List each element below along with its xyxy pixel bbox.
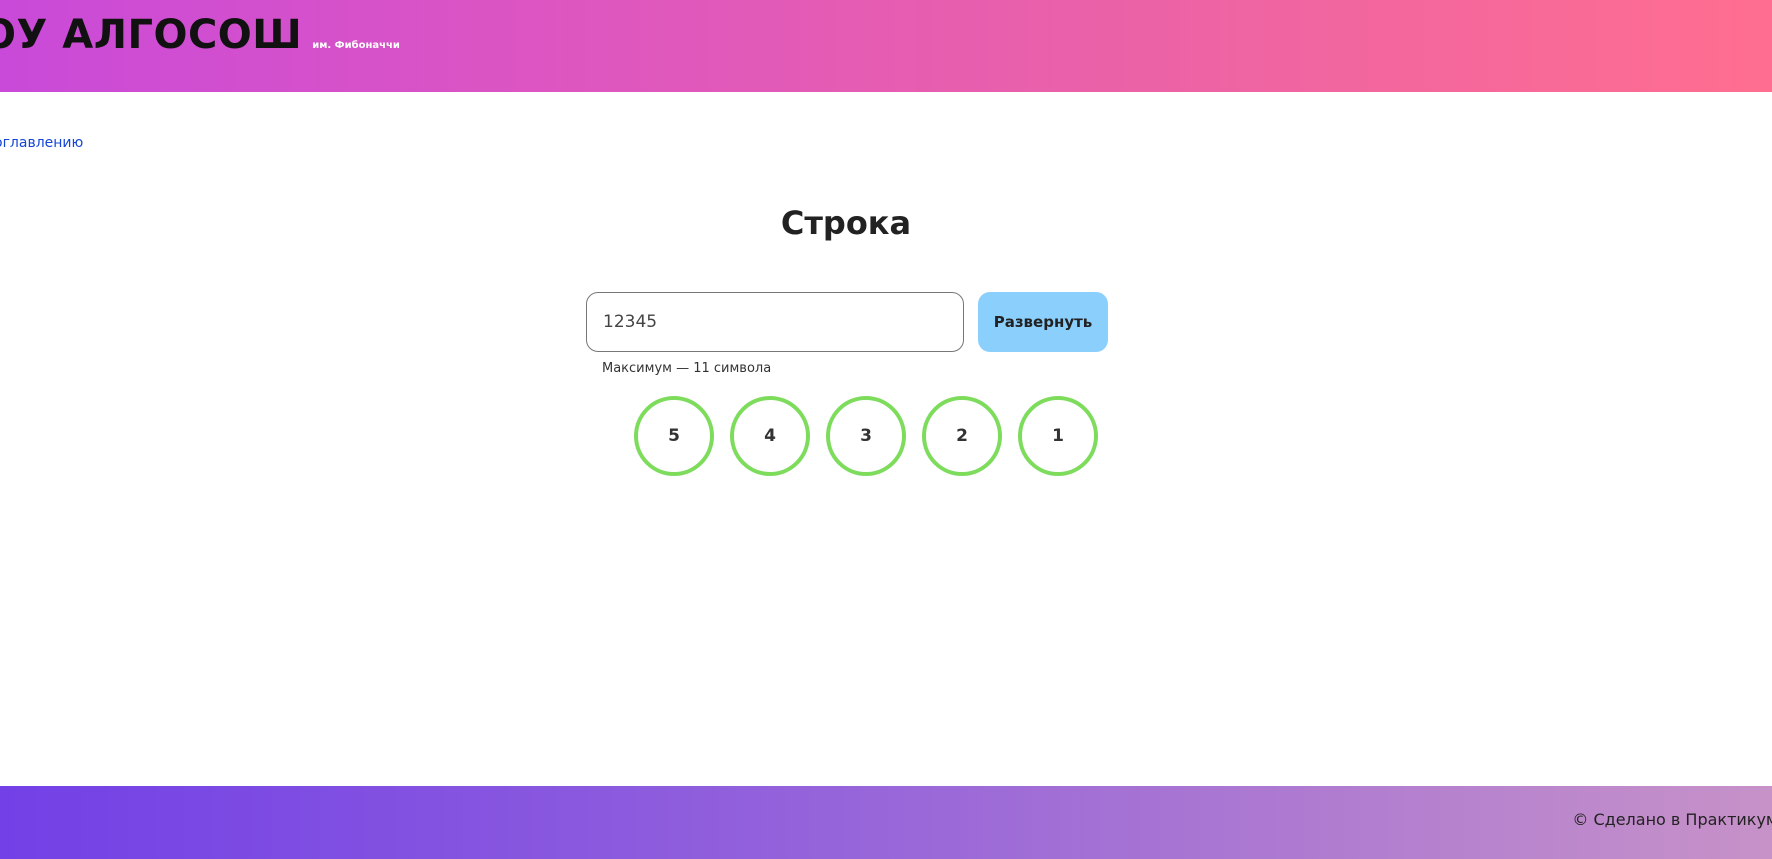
logo: ОУ АЛГОСОШ им. Фибоначчи xyxy=(0,12,400,58)
circle-item: 3 xyxy=(826,396,906,476)
circle-item: 4 xyxy=(730,396,810,476)
app-footer: © Сделано в Практикум xyxy=(0,786,1772,859)
circle-item: 1 xyxy=(1018,396,1098,476)
back-to-contents-link[interactable]: оглавлению xyxy=(0,135,83,151)
page: ОУ АЛГОСОШ им. Фибоначчи оглавлению Стро… xyxy=(0,0,1772,859)
page-title: Строка xyxy=(780,204,912,242)
circle-item: 2 xyxy=(922,396,1002,476)
circles-row: 5 4 3 2 1 xyxy=(634,396,1098,476)
reverse-button[interactable]: Развернуть xyxy=(978,292,1108,352)
footer-credit: © Сделано в Практикум xyxy=(1572,810,1772,829)
circle-item: 5 xyxy=(634,396,714,476)
logo-subtitle: им. Фибоначчи xyxy=(312,40,400,51)
input-hint: Максимум — 11 символа xyxy=(602,361,772,376)
logo-title: ОУ АЛГОСОШ xyxy=(0,12,303,58)
app-header: ОУ АЛГОСОШ им. Фибоначчи xyxy=(0,0,1772,92)
string-input[interactable] xyxy=(586,292,964,352)
